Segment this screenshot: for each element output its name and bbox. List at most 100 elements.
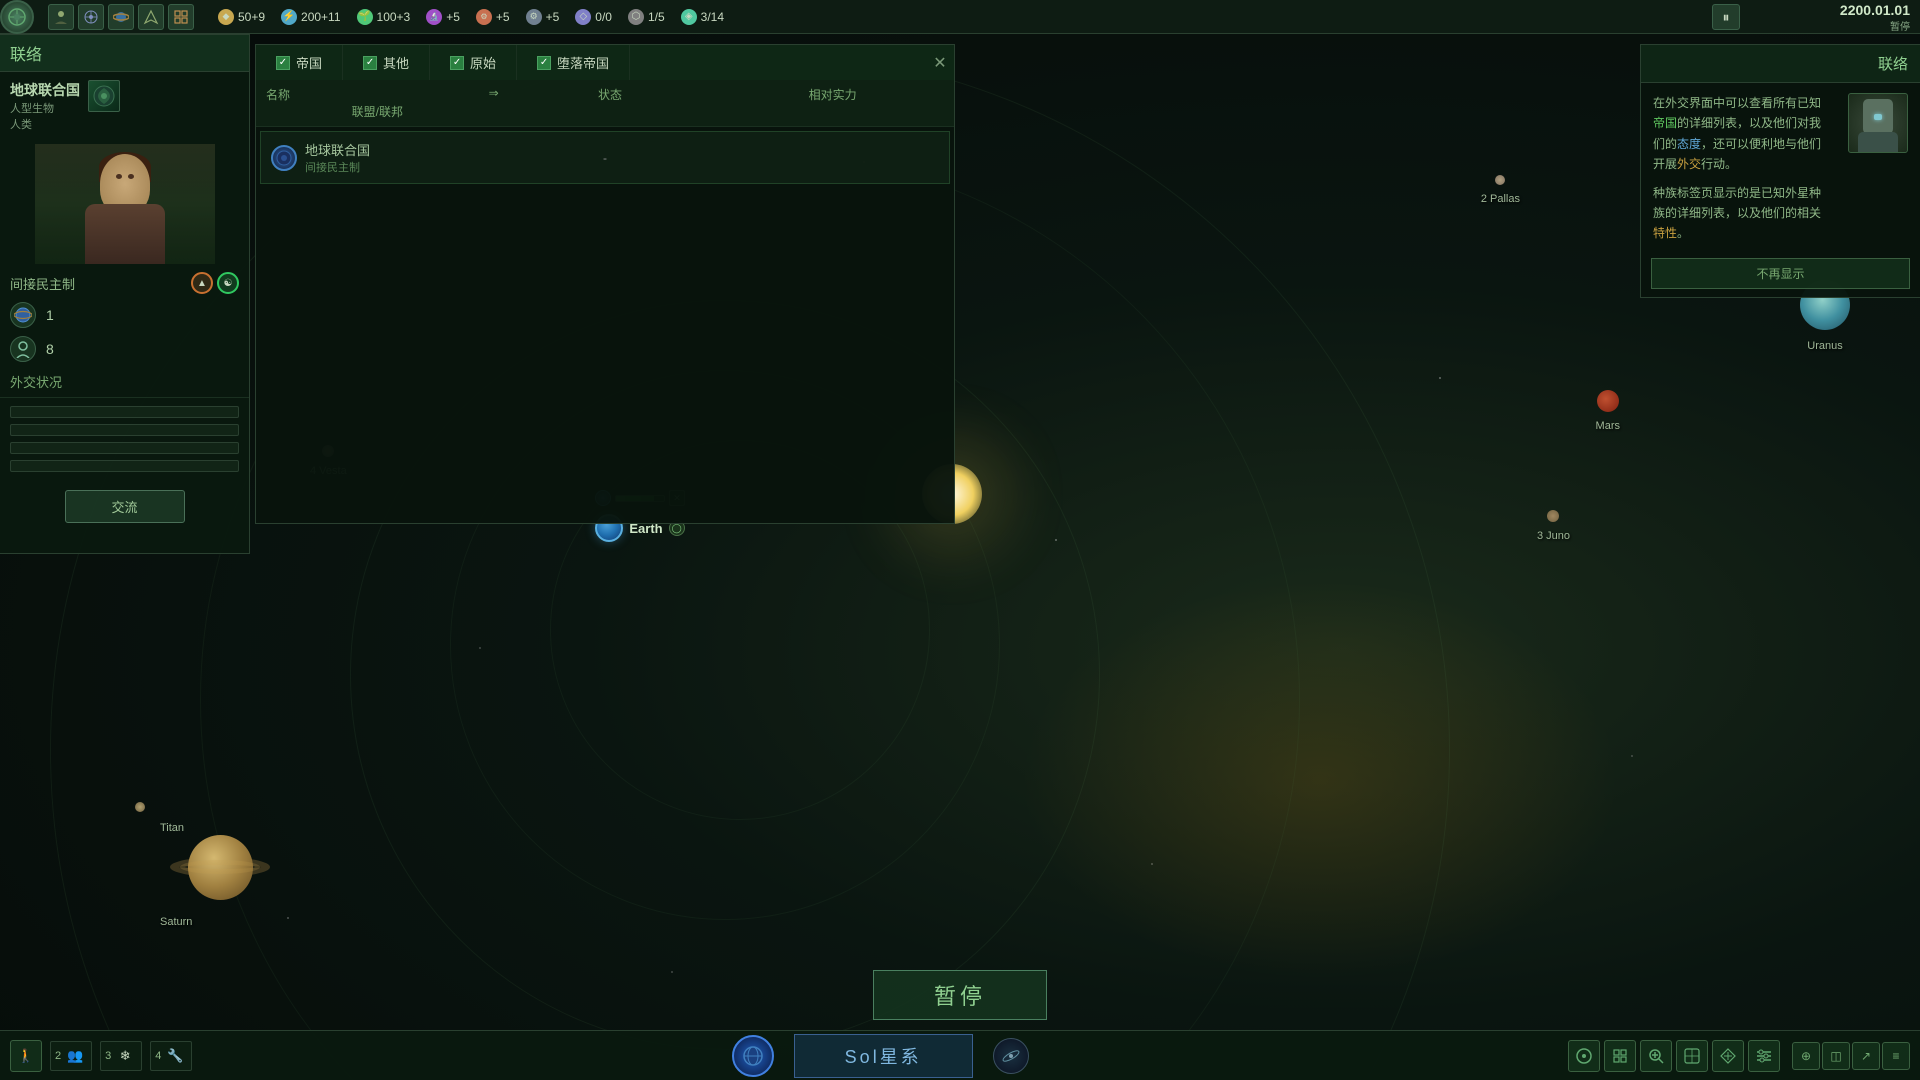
minimap-btn-3[interactable]: ↗ xyxy=(1852,1042,1880,1070)
planet-count: 1 xyxy=(46,307,54,323)
exchange-button[interactable]: 交流 xyxy=(65,490,185,523)
filter-other[interactable]: ✓ 其他 xyxy=(343,45,430,80)
mapmode-icon xyxy=(1683,1047,1701,1065)
planet-stat-icon xyxy=(10,302,36,328)
map-icon xyxy=(1611,1047,1629,1065)
pause-icon: ⏸ xyxy=(1723,9,1730,26)
empire-logo[interactable] xyxy=(0,0,34,34)
top-bar: ◆ 50+9 ⚡ 200+11 🌱 100+3 🔬 +5 ⚙ +5 ⚙ +5 ◇… xyxy=(0,0,1920,34)
pallas-planet[interactable]: 2 Pallas xyxy=(1481,175,1520,205)
uranus-label: Uranus xyxy=(1807,340,1842,352)
saturn-label: Saturn xyxy=(160,916,192,928)
queue-item-4[interactable]: 4 🔧 xyxy=(150,1041,192,1071)
saturn-ring-layer2 xyxy=(180,860,260,874)
dont-show-button[interactable]: 不再显示 xyxy=(1651,258,1910,289)
unity-value: +5 xyxy=(496,10,510,24)
minimap-btn-4[interactable]: ≡ xyxy=(1882,1042,1910,1070)
map-filter-btn[interactable] xyxy=(1568,1040,1600,1072)
queue-item-2[interactable]: 2 👥 xyxy=(50,1041,92,1071)
system-name-bar: Sol星系 xyxy=(794,1034,973,1078)
government-row: 间接民主制 ▲ ☯ xyxy=(0,268,249,298)
filter-primitive[interactable]: ✓ 原始 xyxy=(430,45,517,80)
leaders-icon xyxy=(53,9,69,25)
filter-other-label: 其他 xyxy=(383,53,409,72)
icon-ships[interactable] xyxy=(138,4,164,30)
gov-icon-orange[interactable]: ▲ xyxy=(191,272,213,294)
galaxy-map-icon xyxy=(1000,1045,1022,1067)
system-globe-icon xyxy=(741,1044,765,1068)
mars-label: Mars xyxy=(1596,420,1620,432)
leader-portrait[interactable] xyxy=(35,144,215,264)
minimap-btn-1[interactable]: ⊕ xyxy=(1792,1042,1820,1070)
titan-moon[interactable] xyxy=(135,802,145,812)
mars-planet[interactable]: Mars xyxy=(1596,390,1620,432)
settings-btn[interactable] xyxy=(1748,1040,1780,1072)
resource-production[interactable]: ⚙ +5 xyxy=(526,9,560,25)
queue-num-2: 2 xyxy=(55,1050,61,1062)
pallas-label: 2 Pallas xyxy=(1481,193,1520,205)
close-button[interactable]: ✕ xyxy=(926,49,954,77)
diplo-bar-4 xyxy=(10,460,239,472)
resource-food[interactable]: 🌱 100+3 xyxy=(357,9,411,25)
date-display: 2200.01.01 暂停 xyxy=(1840,2,1910,33)
queue-item-3[interactable]: 3 ❄ xyxy=(100,1041,142,1071)
queue-item-colonize[interactable]: 🚶 xyxy=(10,1040,42,1072)
resource-minerals[interactable]: ◆ 50+9 xyxy=(218,9,265,25)
food-value: 100+3 xyxy=(377,10,411,24)
table-row[interactable]: 地球联合国 间接民主制 - xyxy=(260,131,950,184)
minimap-controls: ⊕ ◫ ↗ ≡ xyxy=(1792,1042,1910,1070)
bottom-bar: 🚶 2 👥 3 ❄ 4 🔧 Sol星系 xyxy=(0,1030,1920,1080)
resource-unity[interactable]: ⚙ +5 xyxy=(476,9,510,25)
icon-technology[interactable] xyxy=(78,4,104,30)
empire-name: 地球联合国 xyxy=(10,80,80,100)
pause-button[interactable]: ⏸ xyxy=(1712,4,1740,30)
empire-type: 人型生物 xyxy=(10,100,80,116)
resource-research[interactable]: 🔬 +5 xyxy=(426,9,460,25)
minimap-btn-2[interactable]: ◫ xyxy=(1822,1042,1850,1070)
resource-energy[interactable]: ⚡ 200+11 xyxy=(281,9,341,25)
gov-icon-green[interactable]: ☯ xyxy=(217,272,239,294)
system-icon[interactable] xyxy=(732,1035,774,1077)
tech-icon xyxy=(83,9,99,25)
galaxy-icon[interactable] xyxy=(993,1038,1029,1074)
col-status: 状态 xyxy=(499,86,722,103)
robot-eye xyxy=(1874,114,1882,120)
resource-influence[interactable]: ◇ 0/0 xyxy=(575,9,612,25)
resource-cg[interactable]: ◈ 3/14 xyxy=(681,9,724,25)
filter-fallen[interactable]: ✓ 堕落帝国 xyxy=(517,45,630,80)
stats-row-planets: 1 xyxy=(0,298,249,332)
influence-icon: ◇ xyxy=(575,9,591,25)
left-panel: 联络 地球联合国 人型生物 人类 xyxy=(0,34,250,554)
gov-icons: ▲ ☯ xyxy=(191,272,239,294)
highlight-traits: 特性 xyxy=(1653,226,1677,240)
juno-planet[interactable]: 3 Juno xyxy=(1537,510,1570,542)
icon-planets[interactable] xyxy=(108,4,134,30)
filter-tabs: ✓ 帝国 ✓ 其他 ✓ 原始 ✓ 堕落帝国 ✕ xyxy=(256,45,954,80)
empire-main-name: 地球联合国 xyxy=(305,140,370,159)
unity-icon: ⚙ xyxy=(476,9,492,25)
diplo-bar-1 xyxy=(10,406,239,418)
system-name: Sol星系 xyxy=(845,1047,922,1067)
queue-num-3: 3 xyxy=(105,1050,111,1062)
col-name: 名称 xyxy=(266,86,489,103)
alloys-icon: ⬡ xyxy=(628,9,644,25)
map-icons-btn[interactable] xyxy=(1604,1040,1636,1072)
col-alliance: 联盟/联邦 xyxy=(266,103,489,120)
icon-leaders[interactable] xyxy=(48,4,74,30)
map-mode-btn[interactable] xyxy=(1676,1040,1708,1072)
date-sub: 暂停 xyxy=(1840,18,1910,33)
saturn-planet[interactable]: Saturn Titan xyxy=(160,822,280,930)
empire-flag[interactable] xyxy=(88,80,120,112)
resource-alloys[interactable]: ⬡ 1/5 xyxy=(628,9,665,25)
filter-empire[interactable]: ✓ 帝国 xyxy=(256,45,343,80)
map-scroll-btn[interactable] xyxy=(1712,1040,1744,1072)
bottom-center: Sol星系 xyxy=(202,1034,1558,1078)
pause-text: 暂停 xyxy=(934,984,986,1009)
production-value: +5 xyxy=(546,10,560,24)
scroll-icon xyxy=(1719,1047,1737,1065)
diplomacy-section-title: 外交状况 xyxy=(0,366,249,398)
zoom-in-btn[interactable] xyxy=(1640,1040,1672,1072)
icon-empire-overview[interactable] xyxy=(168,4,194,30)
pop-count: 8 xyxy=(46,341,54,357)
nebula-effect xyxy=(1020,580,1620,980)
